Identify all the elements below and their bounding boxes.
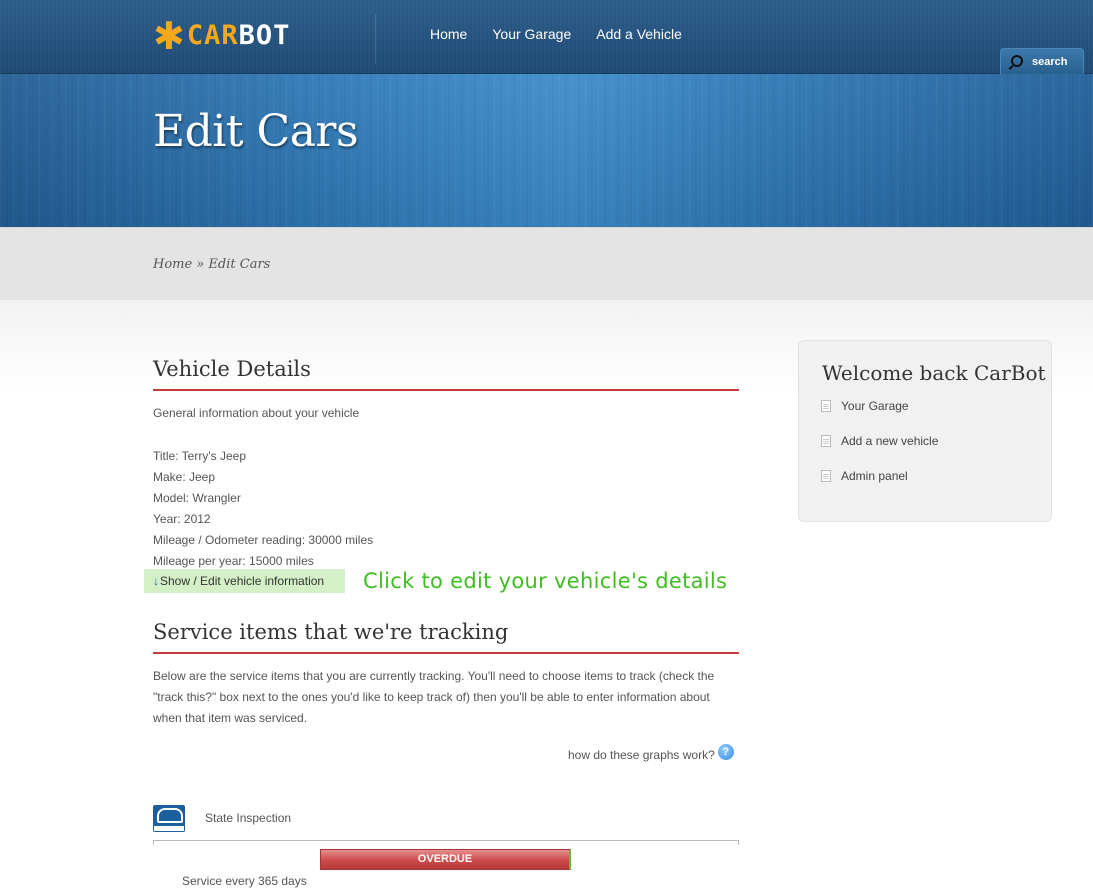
document-icon — [821, 435, 831, 447]
page-title: Edit Cars — [153, 106, 359, 157]
breadcrumb-current: Edit Cars — [208, 257, 271, 272]
breadcrumb-band: Home » Edit Cars — [0, 227, 1093, 301]
field-year: Year: 2012 — [153, 512, 211, 526]
icon-label-strip — [154, 826, 184, 831]
service-interval: Service every 365 days — [182, 874, 307, 888]
header-divider — [375, 14, 376, 64]
logo-wordmark: CARBOT — [186, 20, 291, 51]
graphs-help-label: how do these graphs work? — [568, 748, 715, 762]
arrow-down-icon: ↓ — [153, 574, 159, 588]
star-icon: ✱ — [153, 14, 185, 58]
help-icon[interactable]: ? — [717, 744, 734, 760]
top-navigation-bar: ✱ CARBOT Home Your Garage Add a Vehicle … — [0, 0, 1093, 74]
show-edit-vehicle-toggle[interactable]: ↓Show / Edit vehicle information — [144, 569, 345, 593]
vehicle-fields-list: Title: Terry's Jeep Make: Jeep Model: Wr… — [153, 446, 373, 572]
field-title: Title: Terry's Jeep — [153, 449, 246, 463]
service-status-bar: OVERDUE — [320, 849, 571, 870]
nav-add-vehicle[interactable]: Add a Vehicle — [596, 26, 682, 42]
search-button[interactable]: search — [1000, 48, 1084, 74]
breadcrumb-home[interactable]: Home — [153, 257, 192, 272]
carbot-logo[interactable]: ✱ CARBOT — [153, 14, 291, 58]
field-mileage: Mileage / Odometer reading: 30000 miles — [153, 533, 374, 547]
nav-home[interactable]: Home — [430, 26, 467, 42]
service-item-name: State Inspection — [205, 811, 292, 825]
vehicle-details-intro: General information about your vehicle — [153, 406, 360, 420]
sidebar-title: Welcome back CarBot — [822, 361, 1046, 385]
sidebar-item-admin-panel[interactable]: Admin panel — [821, 469, 938, 504]
edit-hint-annotation: Click to edit your vehicle's details — [363, 569, 728, 593]
sidebar-item-label: Add a new vehicle — [841, 434, 939, 448]
vehicle-check-icon — [153, 805, 185, 832]
car-icon — [157, 808, 183, 823]
main-nav: Home Your Garage Add a Vehicle — [430, 26, 707, 42]
field-make: Make: Jeep — [153, 470, 216, 484]
nav-your-garage[interactable]: Your Garage — [492, 26, 571, 42]
sidebar-item-add-vehicle[interactable]: Add a new vehicle — [821, 434, 938, 469]
graphs-help-link[interactable]: how do these graphs work? ? — [568, 744, 734, 762]
sidebar-item-label: Your Garage — [841, 399, 909, 413]
sidebar-item-label: Admin panel — [841, 469, 908, 483]
toggle-label: Show / Edit vehicle information — [160, 574, 325, 588]
service-timeline-axis — [153, 840, 739, 845]
service-items-heading: Service items that we're tracking — [153, 620, 739, 654]
vehicle-details-heading: Vehicle Details — [153, 357, 739, 391]
sidebar-item-your-garage[interactable]: Your Garage — [821, 399, 938, 434]
search-icon — [1011, 54, 1023, 67]
breadcrumb: Home » Edit Cars — [153, 257, 270, 272]
document-icon — [821, 470, 831, 482]
welcome-sidebar: Welcome back CarBot Your Garage Add a ne… — [798, 340, 1052, 522]
search-label: search — [1032, 55, 1068, 68]
sidebar-links: Your Garage Add a new vehicle Admin pane… — [821, 399, 938, 504]
field-model: Model: Wrangler — [153, 491, 241, 505]
document-icon — [821, 400, 831, 412]
breadcrumb-separator: » — [196, 257, 205, 272]
service-items-intro: Below are the service items that you are… — [153, 669, 715, 725]
